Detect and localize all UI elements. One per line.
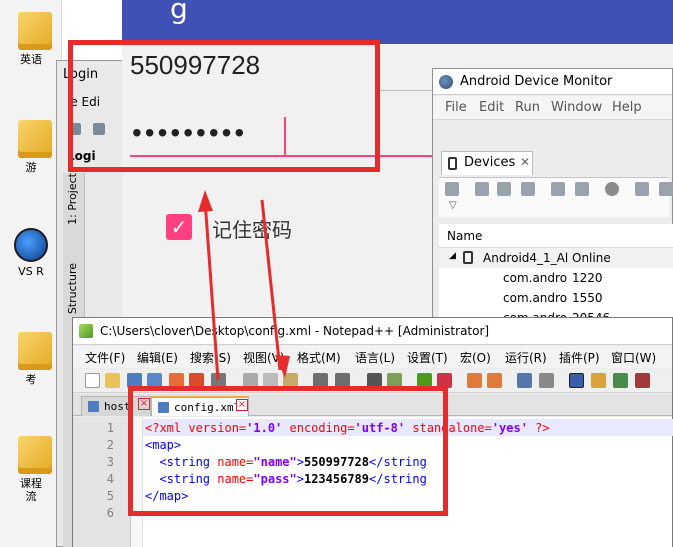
arrow-head (275, 355, 290, 378)
arrow-line (260, 199, 282, 371)
arrow-line (203, 199, 220, 381)
annotation-arrows (198, 190, 290, 381)
arrow-head (198, 190, 213, 212)
